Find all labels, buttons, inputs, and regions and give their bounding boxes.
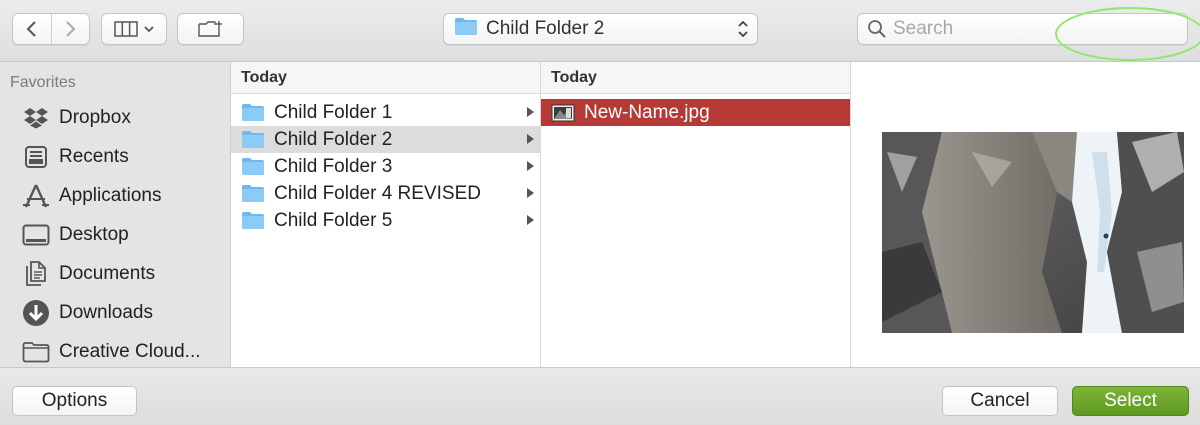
folder-icon — [454, 17, 478, 41]
list-item[interactable]: Child Folder 1 — [231, 99, 540, 126]
chevron-right-icon — [66, 21, 76, 37]
desktop-icon — [20, 219, 52, 251]
list-item-label: New-Name.jpg — [584, 101, 710, 123]
search-icon — [868, 20, 886, 38]
list-item[interactable]: Child Folder 4 REVISED — [231, 180, 540, 207]
sidebar-item-label: Recents — [59, 146, 129, 167]
list-item-label: Child Folder 1 — [274, 101, 393, 123]
sidebar-item-label: Dropbox — [59, 107, 131, 128]
folder-icon — [241, 157, 265, 176]
folder-icon — [241, 211, 265, 230]
recents-icon — [20, 141, 52, 173]
sidebar-item-documents[interactable]: Documents — [0, 256, 230, 292]
path-popup[interactable]: Child Folder 2 — [443, 13, 758, 45]
sidebar-item-label: Applications — [59, 185, 162, 206]
disclosure-arrow-icon — [527, 188, 534, 198]
image-preview — [882, 132, 1184, 333]
list-item[interactable]: Child Folder 5 — [231, 207, 540, 234]
back-button[interactable] — [13, 14, 51, 44]
sidebar-item-label: Downloads — [59, 302, 153, 323]
list-item-label: Child Folder 5 — [274, 209, 393, 231]
list-item-label: Child Folder 4 REVISED — [274, 182, 481, 204]
disclosure-arrow-icon — [527, 134, 534, 144]
browser-column-2: Today New-Name.jpg — [541, 62, 851, 367]
sidebar-item-label: Creative Cloud... — [59, 341, 201, 362]
image-file-icon — [551, 104, 575, 122]
list-item-selected[interactable]: New-Name.jpg — [541, 99, 850, 126]
column-header: Today — [231, 62, 540, 94]
disclosure-arrow-icon — [527, 215, 534, 225]
chevron-down-icon — [144, 26, 154, 33]
list-item-label: Child Folder 3 — [274, 155, 393, 177]
list-item-selected[interactable]: Child Folder 2 — [231, 126, 540, 153]
select-button[interactable]: Select — [1072, 386, 1189, 416]
folder-icon — [241, 130, 265, 149]
cancel-button[interactable]: Cancel — [942, 386, 1058, 416]
browser-column-1: Today Child Folder 1 Child Folder 2 Chil… — [231, 62, 541, 367]
new-folder-button[interactable] — [177, 13, 244, 45]
toolbar: Child Folder 2 — [0, 0, 1200, 62]
sidebar-item-downloads[interactable]: Downloads — [0, 295, 230, 331]
disclosure-arrow-icon — [527, 161, 534, 171]
sidebar-item-label: Desktop — [59, 224, 129, 245]
folder-icon — [241, 103, 265, 122]
path-popup-label: Child Folder 2 — [486, 18, 605, 39]
sidebar-item-creative-cloud[interactable]: Creative Cloud... — [0, 334, 230, 367]
new-folder-icon — [197, 21, 222, 37]
search-input[interactable] — [893, 18, 1173, 40]
applications-icon — [20, 180, 52, 212]
downloads-icon — [20, 297, 52, 329]
folder-icon — [20, 336, 52, 367]
search-field[interactable] — [857, 13, 1188, 45]
view-mode-button[interactable] — [101, 13, 167, 45]
list-item-label: Child Folder 2 — [274, 128, 393, 150]
options-button[interactable]: Options — [12, 386, 137, 416]
sidebar-item-applications[interactable]: Applications — [0, 178, 230, 214]
sidebar-item-recents[interactable]: Recents — [0, 139, 230, 175]
dropbox-icon — [20, 102, 52, 134]
column-view-icon — [114, 21, 138, 37]
sidebar: Favorites Dropbox Recents Applications D… — [0, 62, 231, 367]
sidebar-item-label: Documents — [59, 263, 156, 284]
preview-pane — [851, 62, 1200, 367]
updown-arrows-icon — [738, 20, 748, 38]
folder-icon — [241, 184, 265, 203]
forward-button[interactable] — [50, 14, 90, 44]
sidebar-item-dropbox[interactable]: Dropbox — [0, 100, 230, 136]
sidebar-section-title: Favorites — [10, 74, 76, 91]
list-item[interactable]: Child Folder 3 — [231, 153, 540, 180]
bottom-bar: Options Cancel Select — [0, 367, 1200, 425]
back-forward-group — [12, 13, 90, 45]
documents-icon — [20, 258, 52, 290]
sidebar-item-desktop[interactable]: Desktop — [0, 217, 230, 253]
column-header: Today — [541, 62, 850, 94]
chevron-left-icon — [26, 21, 36, 37]
disclosure-arrow-icon — [527, 107, 534, 117]
